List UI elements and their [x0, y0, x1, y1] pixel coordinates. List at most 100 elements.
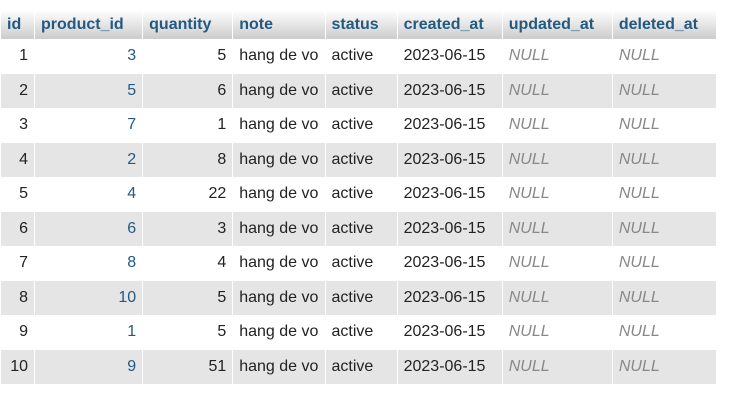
- cell-quantity: 3: [143, 211, 233, 246]
- cell-deleted-at: NULL: [612, 142, 716, 177]
- table-row[interactable]: 6 6 3 hang de vo active 2023-06-15 NULL NULL: [1, 211, 716, 246]
- cell-created-at: 2023-06-15: [397, 315, 502, 350]
- table-row[interactable]: 9 1 5 hang de vo active 2023-06-15 NULL NULL: [1, 315, 716, 350]
- cell-created-at: 2023-06-15: [397, 39, 502, 74]
- cell-product-id[interactable]: 1: [35, 315, 143, 350]
- column-header-deleted-at[interactable]: deleted_at: [612, 10, 716, 39]
- cell-created-at: 2023-06-15: [397, 142, 502, 177]
- column-header-note[interactable]: note: [233, 10, 325, 39]
- cell-deleted-at: NULL: [612, 246, 716, 281]
- cell-product-id[interactable]: 5: [35, 73, 143, 108]
- results-table-container: id product_id quantity note status creat…: [0, 10, 717, 384]
- cell-note: hang de vo: [233, 142, 325, 177]
- cell-status: active: [325, 177, 397, 212]
- cell-id: 5: [1, 177, 35, 212]
- cell-note: hang de vo: [233, 39, 325, 74]
- cell-id: 2: [1, 73, 35, 108]
- cell-id: 1: [1, 39, 35, 74]
- cell-note: hang de vo: [233, 315, 325, 350]
- cell-updated-at: NULL: [502, 73, 612, 108]
- cell-product-id[interactable]: 7: [35, 108, 143, 143]
- column-header-id[interactable]: id: [1, 10, 35, 39]
- cell-status: active: [325, 73, 397, 108]
- cell-quantity: 6: [143, 73, 233, 108]
- cell-deleted-at: NULL: [612, 39, 716, 74]
- cell-status: active: [325, 39, 397, 74]
- column-header-status[interactable]: status: [325, 10, 397, 39]
- column-header-quantity[interactable]: quantity: [143, 10, 233, 39]
- table-row[interactable]: 3 7 1 hang de vo active 2023-06-15 NULL NULL: [1, 108, 716, 143]
- cell-product-id[interactable]: 9: [35, 349, 143, 384]
- cell-product-id[interactable]: 8: [35, 246, 143, 281]
- cell-status: active: [325, 280, 397, 315]
- cell-product-id[interactable]: 2: [35, 142, 143, 177]
- cell-product-id[interactable]: 3: [35, 39, 143, 74]
- cell-id: 7: [1, 246, 35, 281]
- cell-note: hang de vo: [233, 73, 325, 108]
- cell-quantity: 8: [143, 142, 233, 177]
- cell-deleted-at: NULL: [612, 280, 716, 315]
- cell-deleted-at: NULL: [612, 108, 716, 143]
- cell-created-at: 2023-06-15: [397, 246, 502, 281]
- table-row[interactable]: 7 8 4 hang de vo active 2023-06-15 NULL NULL: [1, 246, 716, 281]
- cell-deleted-at: NULL: [612, 315, 716, 350]
- table-row[interactable]: 2 5 6 hang de vo active 2023-06-15 NULL NULL: [1, 73, 716, 108]
- cell-quantity: 1: [143, 108, 233, 143]
- cell-updated-at: NULL: [502, 39, 612, 74]
- cell-product-id[interactable]: 4: [35, 177, 143, 212]
- table-row[interactable]: 10 9 51 hang de vo active 2023-06-15 NULL NULL: [1, 349, 716, 384]
- cell-updated-at: NULL: [502, 211, 612, 246]
- cell-status: active: [325, 349, 397, 384]
- cell-product-id[interactable]: 10: [35, 280, 143, 315]
- table-row[interactable]: 5 4 22 hang de vo active 2023-06-15 NULL NULL: [1, 177, 716, 212]
- cell-updated-at: NULL: [502, 142, 612, 177]
- cell-note: hang de vo: [233, 246, 325, 281]
- cell-status: active: [325, 108, 397, 143]
- header-row: id product_id quantity note status creat…: [1, 10, 716, 39]
- cell-quantity: 51: [143, 349, 233, 384]
- cell-quantity: 5: [143, 315, 233, 350]
- cell-note: hang de vo: [233, 108, 325, 143]
- cell-status: active: [325, 142, 397, 177]
- cell-quantity: 4: [143, 246, 233, 281]
- cell-created-at: 2023-06-15: [397, 177, 502, 212]
- results-table: id product_id quantity note status creat…: [0, 10, 717, 384]
- column-header-created-at[interactable]: created_at: [397, 10, 502, 39]
- cell-id: 4: [1, 142, 35, 177]
- cell-id: 3: [1, 108, 35, 143]
- cell-id: 9: [1, 315, 35, 350]
- cell-updated-at: NULL: [502, 349, 612, 384]
- cell-product-id[interactable]: 6: [35, 211, 143, 246]
- cell-note: hang de vo: [233, 280, 325, 315]
- cell-updated-at: NULL: [502, 177, 612, 212]
- cell-id: 6: [1, 211, 35, 246]
- cell-created-at: 2023-06-15: [397, 211, 502, 246]
- cell-updated-at: NULL: [502, 280, 612, 315]
- cell-created-at: 2023-06-15: [397, 108, 502, 143]
- cell-created-at: 2023-06-15: [397, 349, 502, 384]
- cell-status: active: [325, 211, 397, 246]
- cell-updated-at: NULL: [502, 246, 612, 281]
- cell-quantity: 5: [143, 280, 233, 315]
- table-row[interactable]: 1 3 5 hang de vo active 2023-06-15 NULL NULL: [1, 39, 716, 74]
- cell-deleted-at: NULL: [612, 349, 716, 384]
- cell-deleted-at: NULL: [612, 73, 716, 108]
- cell-status: active: [325, 315, 397, 350]
- cell-id: 8: [1, 280, 35, 315]
- table-row[interactable]: 8 10 5 hang de vo active 2023-06-15 NULL NULL: [1, 280, 716, 315]
- table-row[interactable]: 4 2 8 hang de vo active 2023-06-15 NULL NULL: [1, 142, 716, 177]
- cell-deleted-at: NULL: [612, 177, 716, 212]
- cell-updated-at: NULL: [502, 315, 612, 350]
- cell-deleted-at: NULL: [612, 211, 716, 246]
- column-header-updated-at[interactable]: updated_at: [502, 10, 612, 39]
- cell-quantity: 22: [143, 177, 233, 212]
- cell-created-at: 2023-06-15: [397, 280, 502, 315]
- cell-quantity: 5: [143, 39, 233, 74]
- column-header-product-id[interactable]: product_id: [35, 10, 143, 39]
- cell-created-at: 2023-06-15: [397, 73, 502, 108]
- cell-note: hang de vo: [233, 211, 325, 246]
- cell-note: hang de vo: [233, 177, 325, 212]
- cell-note: hang de vo: [233, 349, 325, 384]
- cell-updated-at: NULL: [502, 108, 612, 143]
- cell-id: 10: [1, 349, 35, 384]
